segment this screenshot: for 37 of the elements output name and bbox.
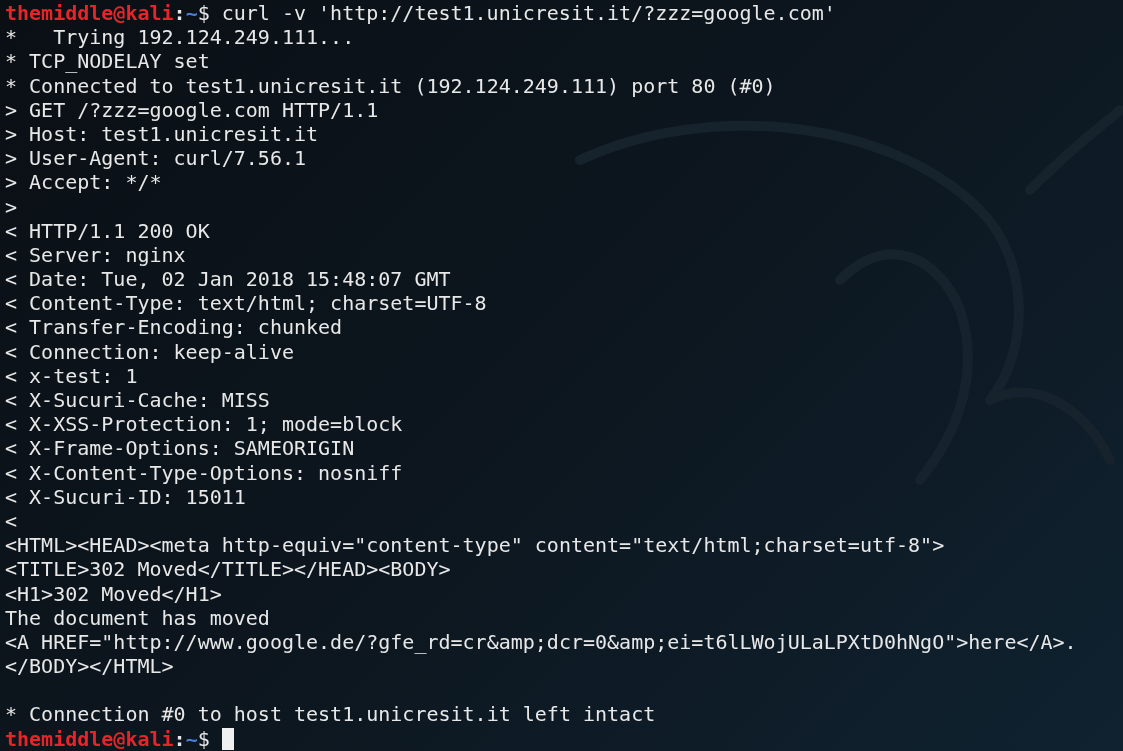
output-line: <HTML><HEAD><meta http-equiv="content-type" content="text/html;charset=utf-8"> (5, 533, 945, 558)
prompt-symbol: $ (197, 1, 210, 26)
output-line: </BODY></HTML> (5, 654, 174, 679)
output-line: < Transfer-Encoding: chunked (5, 315, 343, 340)
prompt-separator: : (173, 1, 186, 26)
prompt-path: ~ (185, 1, 198, 26)
output-line: <TITLE>302 Moved</TITLE></HEAD><BODY> (5, 557, 451, 582)
output-line: < Server: nginx (5, 242, 186, 267)
output-line: < Content-Type: text/html; charset=UTF-8 (5, 291, 487, 316)
output-line: The document has moved (5, 605, 270, 630)
output-line: > GET /?zzz=google.com HTTP/1.1 (5, 97, 379, 122)
output-line: < Date: Tue, 02 Jan 2018 15:48:07 GMT (5, 267, 451, 292)
output-line: < HTTP/1.1 200 OK (5, 218, 210, 243)
output-line: < X-Content-Type-Options: nosniff (5, 460, 403, 485)
output-line: > Host: test1.unicresit.it (5, 121, 319, 146)
output-line: * TCP_NODELAY set (5, 49, 210, 74)
output-line: > Accept: */* (5, 170, 162, 195)
output-line: < (5, 508, 18, 533)
output-line: < X-XSS-Protection: 1; mode=block (5, 412, 403, 437)
output-line: > User-Agent: curl/7.56.1 (5, 146, 307, 171)
output-line: < Connection: keep-alive (5, 339, 294, 364)
output-line: <H1>302 Moved</H1> (5, 581, 222, 606)
output-line: > (5, 194, 18, 219)
prompt-user: themiddle@kali (5, 726, 174, 751)
prompt-symbol: $ (197, 726, 210, 751)
prompt-path: ~ (185, 726, 198, 751)
command-text: curl -v 'http://test1.unicresit.it/?zzz=google.com' (221, 1, 836, 26)
prompt-separator: : (173, 726, 186, 751)
output-line: * Connection #0 to host test1.unicresit.it left intact (5, 702, 656, 727)
output-line: * Connected to test1.unicresit.it (192.124.249.111) port 80 (#0) (5, 73, 776, 98)
prompt-user: themiddle@kali (5, 1, 174, 26)
output-line: < x-test: 1 (5, 363, 138, 388)
output-line: < X-Frame-Options: SAMEORIGIN (5, 436, 355, 461)
output-line: < X-Sucuri-ID: 15011 (5, 484, 246, 509)
output-line: <A HREF="http://www.google.de/?gfe_rd=cr&amp;dcr=0&amp;ei=t6lLWojULaLPXtD0hNgO">here</A>. (5, 629, 1077, 654)
output-line: * Trying 192.124.249.111... (5, 25, 355, 50)
output-line: < X-Sucuri-Cache: MISS (5, 388, 270, 412)
